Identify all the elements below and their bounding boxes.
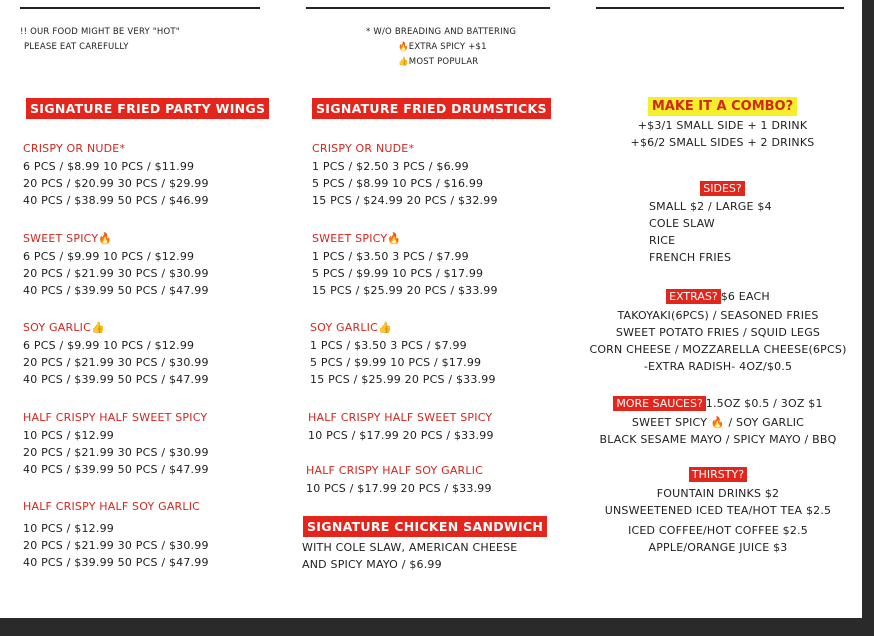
- drum-crispy-line-1: 1 PCS / $2.50 3 PCS / $6.99: [312, 160, 469, 173]
- sides-section: SIDES? SMALL $2 / LARGE $4 COLE SLAW RIC…: [590, 177, 855, 264]
- wings-half-soy-line-3: 40 PCS / $39.99 50 PCS / $47.99: [23, 556, 209, 569]
- wings-soy-garlic-line-2: 20 PCS / $21.99 30 PCS / $30.99: [23, 356, 209, 369]
- drum-crispy-line-3: 15 PCS / $24.99 20 PCS / $32.99: [312, 194, 498, 207]
- sandwich-title: SIGNATURE CHICKEN SANDWICH: [303, 516, 548, 537]
- wings-sweet-spicy-section: SWEET SPICY🔥 6 PCS / $9.99 10 PCS / $12.…: [23, 232, 209, 297]
- drum-sweet-spicy-line-2: 5 PCS / $9.99 10 PCS / $17.99: [312, 267, 484, 280]
- thirsty-title: THIRSTY?: [688, 467, 748, 482]
- wings-half-soy-header: HALF CRISPY HALF SOY GARLIC: [23, 500, 201, 513]
- divider-middle: [306, 7, 550, 9]
- wings-half-soy-section: HALF CRISPY HALF SOY GARLIC 10 PCS / $12…: [23, 500, 209, 569]
- drum-soy-garlic-header: SOY GARLIC👍: [310, 321, 392, 334]
- drum-sweet-spicy-section: SWEET SPICY🔥 1 PCS / $3.50 3 PCS / $7.99…: [312, 232, 498, 297]
- thirsty-line-2: UNSWEETENED ICED TEA/HOT TEA $2.5: [604, 504, 832, 517]
- legend-notes: * W/O BREADING AND BATTERING 🔥EXTRA SPIC…: [366, 25, 516, 70]
- sauces-section: MORE SAUCES? 1.5OZ $0.5 / 3OZ $1 SWEET SP…: [578, 392, 858, 446]
- drum-soy-garlic-line-1: 1 PCS / $3.50 3 PCS / $7.99: [310, 339, 467, 352]
- drum-soy-garlic-section: SOY GARLIC👍 1 PCS / $3.50 3 PCS / $7.99 …: [310, 321, 496, 386]
- legend-breading: * W/O BREADING AND BATTERING: [366, 27, 517, 37]
- wings-crispy-line-3: 40 PCS / $38.99 50 PCS / $46.99: [23, 194, 209, 207]
- wings-half-sweet-line-1: 10 PCS / $12.99: [23, 429, 114, 442]
- extras-line-1: TAKOYAKI(6PCS) / SEASONED FRIES: [617, 309, 819, 322]
- wings-crispy-line-1: 6 PCS / $8.99 10 PCS / $11.99: [23, 160, 195, 173]
- drum-crispy-header: CRISPY OR NUDE*: [312, 142, 415, 155]
- combo-line-1: +$3/1 SMALL SIDE + 1 DRINK: [637, 119, 808, 132]
- divider-left: [20, 7, 260, 9]
- extras-section: EXTRAS? $6 EACH TAKOYAKI(6PCS) / SEASONED…: [578, 285, 858, 373]
- sides-line-1: SMALL $2 / LARGE $4: [649, 200, 772, 213]
- wings-crispy-header: CRISPY OR NUDE*: [23, 142, 126, 155]
- extras-price: $6 EACH: [720, 290, 770, 303]
- bottom-border: [0, 618, 874, 636]
- drum-crispy-line-2: 5 PCS / $8.99 10 PCS / $16.99: [312, 177, 484, 190]
- wings-sweet-spicy-line-1: 6 PCS / $9.99 10 PCS / $12.99: [23, 250, 195, 263]
- wings-sweet-spicy-line-2: 20 PCS / $21.99 30 PCS / $30.99: [23, 267, 209, 280]
- wings-half-sweet-header: HALF CRISPY HALF SWEET SPICY: [23, 411, 208, 424]
- wings-half-sweet-section: HALF CRISPY HALF SWEET SPICY 10 PCS / $1…: [23, 411, 209, 476]
- drum-sweet-spicy-line-3: 15 PCS / $25.99 20 PCS / $33.99: [312, 284, 498, 297]
- extras-title: EXTRAS?: [666, 289, 721, 304]
- wings-sweet-spicy-line-3: 40 PCS / $39.99 50 PCS / $47.99: [23, 284, 209, 297]
- sandwich-line-1: WITH COLE SLAW, AMERICAN CHEESE: [302, 541, 518, 554]
- thirsty-line-4: APPLE/ORANGE JUICE $3: [648, 541, 788, 554]
- combo-section: MAKE IT A COMBO? +$3/1 SMALL SIDE + 1 DR…: [590, 95, 855, 149]
- wings-half-soy-line-2: 20 PCS / $21.99 30 PCS / $30.99: [23, 539, 209, 552]
- sides-line-4: FRENCH FRIES: [649, 251, 732, 264]
- sauces-line-1: SWEET SPICY 🔥 / SOY GARLIC: [631, 416, 805, 429]
- wings-crispy-line-2: 20 PCS / $20.99 30 PCS / $29.99: [23, 177, 209, 190]
- drum-soy-garlic-line-2: 5 PCS / $9.99 10 PCS / $17.99: [310, 356, 482, 369]
- drum-sweet-spicy-line-1: 1 PCS / $3.50 3 PCS / $7.99: [312, 250, 469, 263]
- wings-title: SIGNATURE FRIED PARTY WINGS: [26, 98, 270, 119]
- warning-line-1: !! OUR FOOD MIGHT BE VERY "HOT": [20, 27, 180, 37]
- warning-line-2: PLEASE EAT CAREFULLY: [24, 42, 129, 52]
- thirsty-line-3: ICED COFFEE/HOT COFFEE $2.5: [628, 524, 808, 537]
- wings-soy-garlic-line-3: 40 PCS / $39.99 50 PCS / $47.99: [23, 373, 209, 386]
- drumsticks-title: SIGNATURE FRIED DRUMSTICKS: [312, 98, 551, 119]
- drum-half-sweet-line-1: 10 PCS / $17.99 20 PCS / $33.99: [308, 429, 494, 442]
- combo-line-2: +$6/2 SMALL SIDES + 2 DRINKS: [630, 136, 815, 149]
- drum-half-soy-line-1: 10 PCS / $17.99 20 PCS / $33.99: [306, 482, 492, 495]
- extras-line-4: -EXTRA RADISH- 4OZ/$0.5: [643, 360, 793, 373]
- combo-title: MAKE IT A COMBO?: [647, 97, 798, 116]
- sauces-title: MORE SAUCES?: [613, 396, 706, 411]
- wings-sweet-spicy-header: SWEET SPICY🔥: [23, 232, 113, 245]
- drum-half-sweet-header: HALF CRISPY HALF SWEET SPICY: [308, 411, 493, 424]
- right-border: [862, 0, 874, 636]
- wings-half-sweet-line-3: 40 PCS / $39.99 50 PCS / $47.99: [23, 463, 209, 476]
- wings-crispy-section: CRISPY OR NUDE* 6 PCS / $8.99 10 PCS / $…: [23, 142, 209, 207]
- extras-line-2: SWEET POTATO FRIES / SQUID LEGS: [615, 326, 821, 339]
- legend-extra-spicy: 🔥EXTRA SPICY +$1: [398, 42, 487, 52]
- wings-half-sweet-line-2: 20 PCS / $21.99 30 PCS / $30.99: [23, 446, 209, 459]
- drum-sweet-spicy-header: SWEET SPICY🔥: [312, 232, 402, 245]
- extras-line-3: CORN CHEESE / MOZZARELLA CHEESE(6PCS): [589, 343, 847, 356]
- thirsty-line-1: FOUNTAIN DRINKS $2: [656, 487, 780, 500]
- legend-most-popular: 👍MOST POPULAR: [398, 57, 479, 67]
- drum-half-sweet-section: HALF CRISPY HALF SWEET SPICY 10 PCS / $1…: [308, 411, 494, 442]
- wings-soy-garlic-section: SOY GARLIC👍 6 PCS / $9.99 10 PCS / $12.9…: [23, 321, 209, 386]
- drum-half-soy-header: HALF CRISPY HALF SOY GARLIC: [306, 464, 484, 477]
- sauces-line-2: BLACK SESAME MAYO / SPICY MAYO / BBQ: [599, 433, 837, 446]
- heat-warning: !! OUR FOOD MIGHT BE VERY "HOT" PLEASE E…: [20, 25, 180, 55]
- wings-soy-garlic-header: SOY GARLIC👍: [23, 321, 105, 334]
- sides-line-2: COLE SLAW: [649, 217, 715, 230]
- wings-soy-garlic-line-1: 6 PCS / $9.99 10 PCS / $12.99: [23, 339, 195, 352]
- sandwich-description: WITH COLE SLAW, AMERICAN CHEESE AND SPIC…: [302, 541, 517, 571]
- thirsty-section: THIRSTY? FOUNTAIN DRINKS $2 UNSWEETENED …: [578, 463, 858, 554]
- wings-half-soy-line-1: 10 PCS / $12.99: [23, 522, 114, 535]
- drum-soy-garlic-line-3: 15 PCS / $25.99 20 PCS / $33.99: [310, 373, 496, 386]
- sides-line-3: RICE: [649, 234, 676, 247]
- drum-crispy-section: CRISPY OR NUDE* 1 PCS / $2.50 3 PCS / $6…: [312, 142, 498, 207]
- sides-title: SIDES?: [700, 181, 745, 196]
- drum-half-soy-section: HALF CRISPY HALF SOY GARLIC 10 PCS / $17…: [306, 464, 492, 495]
- sandwich-line-2: AND SPICY MAYO / $6.99: [302, 558, 442, 571]
- sauces-price: 1.5OZ $0.5 / 3OZ $1: [705, 397, 823, 410]
- divider-right: [596, 7, 844, 9]
